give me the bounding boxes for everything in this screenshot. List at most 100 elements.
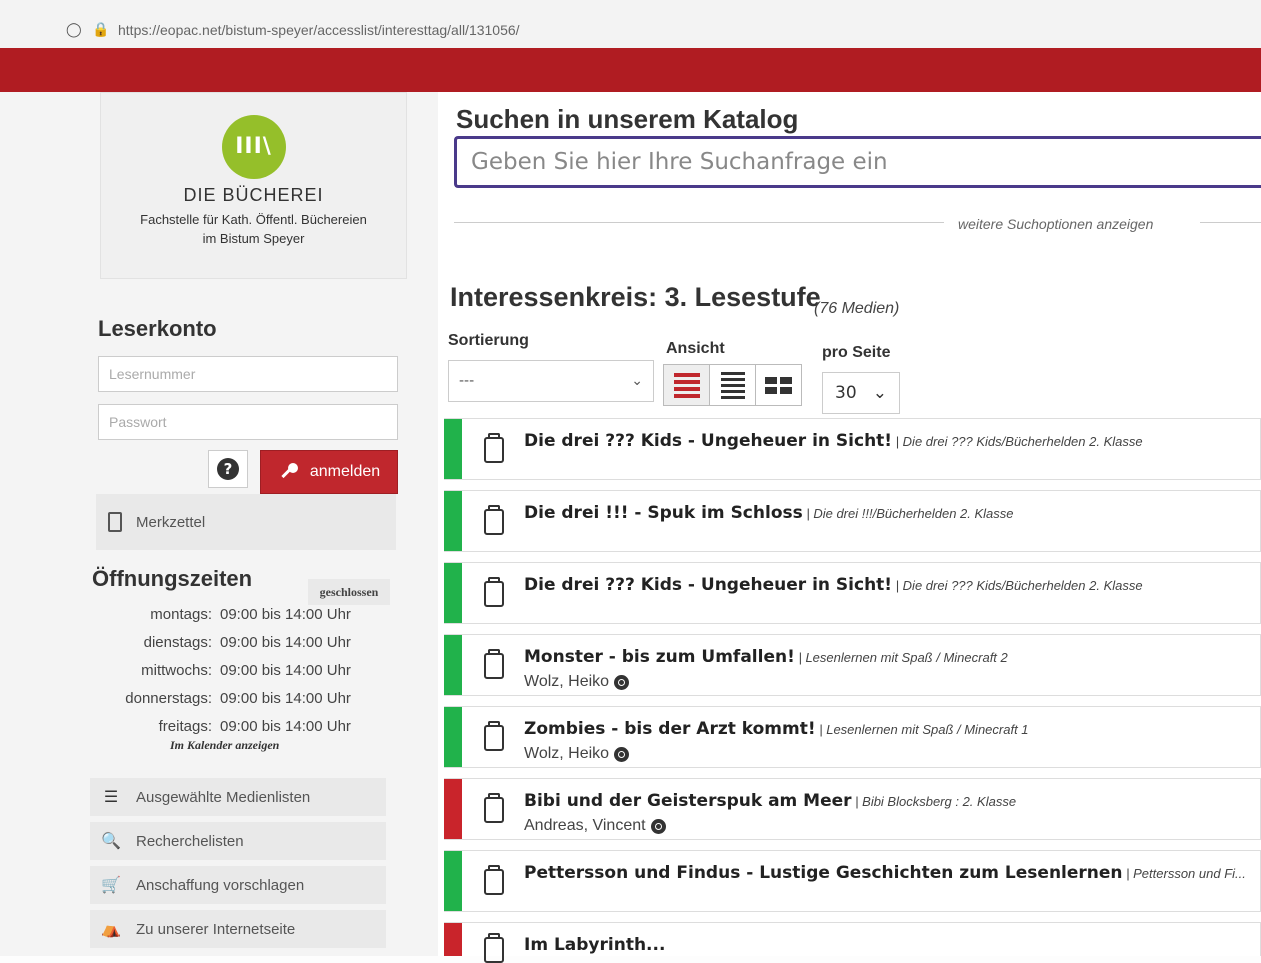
hours-time: 09:00 bis 14:00 Uhr xyxy=(220,605,351,623)
result-author[interactable]: Andreas, Vincent xyxy=(524,817,666,835)
memo-list-link[interactable]: Merkzettel xyxy=(96,494,396,550)
list-compact-icon xyxy=(720,371,745,399)
book-icon xyxy=(484,793,504,823)
book-icon xyxy=(484,577,504,607)
sidebar-item-suggest-purchase[interactable]: 🛒 Anschaffung vorschlagen xyxy=(90,866,386,904)
book-icon xyxy=(484,865,504,895)
hours-table: montags: 09:00 bis 14:00 Uhr dienstags: 09… xyxy=(100,600,400,740)
reader-number-input[interactable] xyxy=(98,356,398,392)
list-icon: ☰ xyxy=(103,789,119,806)
search-author-icon[interactable] xyxy=(614,674,630,690)
result-title-line[interactable]: Bibi und der Geisterspuk am Meer | Bibi … xyxy=(524,791,1016,811)
page: III\ DIE BÜCHEREI Fachstelle für Kath. Ö… xyxy=(0,92,1261,963)
result-author[interactable]: Wolz, Heiko xyxy=(524,745,630,763)
result-title-line[interactable]: Die drei ??? Kids - Ungeheuer in Sicht! … xyxy=(524,431,1143,451)
more-search-options-link[interactable]: weitere Suchoptionen anzeigen xyxy=(958,216,1153,232)
result-title-line[interactable]: Im Labyrinth... xyxy=(524,935,665,955)
result-item[interactable]: Bibi und der Geisterspuk am Meer | Bibi … xyxy=(444,778,1261,840)
result-title-line[interactable]: Die drei ??? Kids - Ungeheuer in Sicht! … xyxy=(524,575,1143,595)
logo-subtitle: Fachstelle für Kath. Öffentl. Büchereien… xyxy=(101,210,406,248)
result-series: | Pettersson und Fi... xyxy=(1122,866,1246,881)
hours-time: 09:00 bis 14:00 Uhr xyxy=(220,661,351,679)
sort-select[interactable]: --- ⌄ xyxy=(448,360,654,402)
search-heading: Suchen in unserem Katalog xyxy=(456,104,799,134)
book-icon xyxy=(484,433,504,463)
url-text[interactable]: https://eopac.net/bistum-speyer/accessli… xyxy=(118,22,520,38)
hours-day: freitags: xyxy=(158,717,212,735)
view-grid-button[interactable] xyxy=(755,364,802,406)
availability-indicator xyxy=(444,923,462,956)
hours-row: donnerstags: 09:00 bis 14:00 Uhr xyxy=(100,684,400,712)
sidebar-item-label: Zu unserer Internetseite xyxy=(136,920,296,938)
book-icon xyxy=(484,505,504,535)
sort-value: --- xyxy=(459,373,475,389)
account-heading: Leserkonto xyxy=(98,316,217,341)
chevron-down-icon: ⌄ xyxy=(872,383,887,403)
book-icon xyxy=(484,721,504,751)
result-item[interactable]: Monster - bis zum Umfallen! | Lesenlerne… xyxy=(444,634,1261,696)
result-series: | Die drei ??? Kids/Bücherhelden 2. Klas… xyxy=(892,578,1143,593)
hours-day: donnerstags: xyxy=(125,689,212,707)
result-title: Zombies - bis der Arzt kommt! xyxy=(524,719,816,739)
result-title-line[interactable]: Monster - bis zum Umfallen! | Lesenlerne… xyxy=(524,647,1008,667)
result-item[interactable]: Pettersson und Findus - Lustige Geschich… xyxy=(444,850,1261,912)
result-title-line[interactable]: Die drei !!! - Spuk im Schloss | Die dre… xyxy=(524,503,1014,523)
page-title: Interessenkreis: 3. Lesestufe xyxy=(450,282,821,312)
book-icon xyxy=(484,649,504,679)
result-item[interactable]: Im Labyrinth... xyxy=(444,922,1261,963)
view-list-button[interactable] xyxy=(663,364,710,406)
browser-url-bar[interactable]: ◯ 🔒 https://eopac.net/bistum-speyer/acce… xyxy=(0,0,1261,49)
calendar-link[interactable]: Im Kalender anzeigen xyxy=(170,738,279,753)
result-item[interactable]: Die drei !!! - Spuk im Schloss | Die dre… xyxy=(444,490,1261,552)
result-title-line[interactable]: Zombies - bis der Arzt kommt! | Lesenler… xyxy=(524,719,1029,739)
result-title: Die drei ??? Kids - Ungeheuer in Sicht! xyxy=(524,431,893,451)
perpage-label: pro Seite xyxy=(822,344,891,361)
login-button[interactable]: anmelden xyxy=(260,450,398,494)
logo-mark: III\ xyxy=(221,115,286,179)
help-icon: ? xyxy=(217,458,239,480)
memo-label: Merkzettel xyxy=(136,513,206,531)
result-series: | Bibi Blocksberg : 2. Klasse xyxy=(851,794,1017,809)
hours-row: montags: 09:00 bis 14:00 Uhr xyxy=(100,600,400,628)
result-item[interactable]: Die drei ??? Kids - Ungeheuer in Sicht! … xyxy=(444,562,1261,624)
view-toggle xyxy=(663,364,802,406)
result-title: Die drei ??? Kids - Ungeheuer in Sicht! xyxy=(524,575,893,595)
result-series: | Lesenlernen mit Spaß / Minecraft 1 xyxy=(815,722,1029,737)
library-logo[interactable]: III\ DIE BÜCHEREI Fachstelle für Kath. Ö… xyxy=(100,92,407,279)
hours-day: montags: xyxy=(150,605,212,623)
list-detail-icon xyxy=(673,372,700,398)
store-icon: ⛺ xyxy=(101,921,121,938)
password-input[interactable] xyxy=(98,404,398,440)
view-compact-button[interactable] xyxy=(709,364,756,406)
result-title-line[interactable]: Pettersson und Findus - Lustige Geschich… xyxy=(524,863,1246,883)
brand-bar xyxy=(0,48,1261,92)
result-item[interactable]: Die drei ??? Kids - Ungeheuer in Sicht! … xyxy=(444,418,1261,480)
hours-day: dienstags: xyxy=(143,633,212,651)
search-author-icon[interactable] xyxy=(614,746,630,762)
author-name: Andreas, Vincent xyxy=(524,817,646,834)
author-name: Wolz, Heiko xyxy=(524,745,610,762)
search-author-icon[interactable] xyxy=(650,818,666,834)
hours-row: dienstags: 09:00 bis 14:00 Uhr xyxy=(100,628,400,656)
availability-indicator xyxy=(444,419,462,479)
sidebar-item-media-lists[interactable]: ☰ Ausgewählte Medienlisten xyxy=(90,778,386,816)
availability-indicator xyxy=(444,707,462,767)
key-icon xyxy=(281,463,298,479)
availability-indicator xyxy=(444,851,462,911)
sidebar-item-website[interactable]: ⛺ Zu unserer Internetseite xyxy=(90,910,386,948)
divider xyxy=(1200,222,1261,223)
help-button[interactable]: ? xyxy=(208,450,248,488)
result-title: Die drei !!! - Spuk im Schloss xyxy=(524,503,803,523)
result-author[interactable]: Wolz, Heiko xyxy=(524,673,630,691)
result-item[interactable]: Zombies - bis der Arzt kommt! | Lesenler… xyxy=(444,706,1261,768)
logo-title: DIE BÜCHEREI xyxy=(183,185,324,205)
hours-heading: Öffnungszeiten xyxy=(92,566,253,591)
logo-subtitle-line-1: Fachstelle für Kath. Öffentl. Büchereien xyxy=(140,212,367,227)
perpage-select[interactable]: 30 ⌄ xyxy=(822,372,900,414)
sidebar-item-label: Recherchelisten xyxy=(136,832,244,850)
catalog-search-input[interactable] xyxy=(454,136,1261,188)
availability-indicator xyxy=(444,563,462,623)
result-series: | Die drei ??? Kids/Bücherhelden 2. Klas… xyxy=(892,434,1143,449)
sidebar-item-research-lists[interactable]: 🔍 Recherchelisten xyxy=(90,822,386,860)
result-title: Bibi und der Geisterspuk am Meer xyxy=(524,791,852,811)
